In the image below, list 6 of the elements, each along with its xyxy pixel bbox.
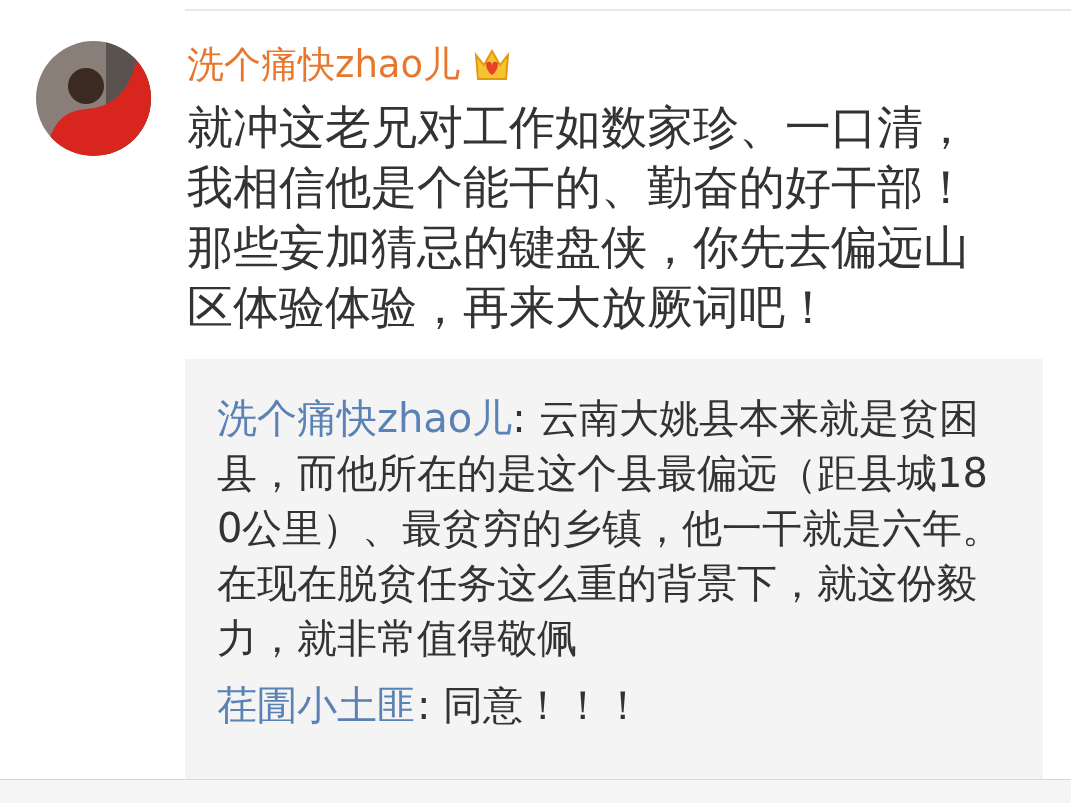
reply-text: 荏圊小土匪: 同意！！！ <box>217 681 645 730</box>
reply-text: 洗个痛快zhao儿: 云南大姚县本来就是贫困县，而他所在的是这个县最偏远（距县城180公里）、最贫穷的乡镇，他一干就是六年。在现在脱贫任务这么重的背景下，就这份毅力，就非常值得敬佩 <box>217 394 1004 663</box>
reply-author[interactable]: 洗个痛快zhao儿 <box>217 395 513 441</box>
author-name[interactable]: 洗个痛快zhao儿 <box>187 43 461 87</box>
reply-author[interactable]: 荏圊小土匪 <box>217 682 417 728</box>
comment-text: 就冲这老兄对工作如数家珍、一口清，我相信他是个能干的、勤奋的好干部！那些妄加猜忌的键盘侠，你先去偏远山区体验体验，再来大放厥词吧！ <box>187 99 970 336</box>
